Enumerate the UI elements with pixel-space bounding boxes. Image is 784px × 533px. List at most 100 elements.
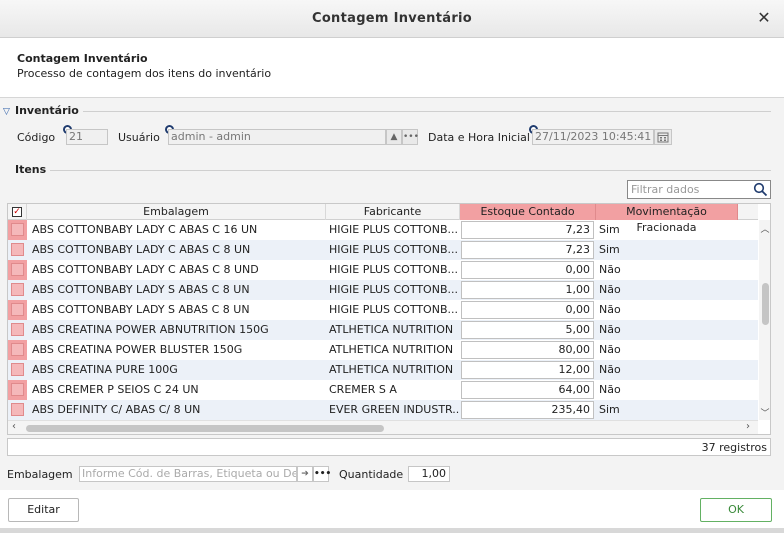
window-title: Contagem Inventário xyxy=(311,11,473,26)
more-dots-icon[interactable]: ••• xyxy=(313,466,331,482)
horizontal-scrollbar[interactable]: ‹ › xyxy=(8,420,758,434)
more-dots-icon[interactable]: ••• xyxy=(402,129,419,145)
column-header-movimentacao[interactable]: Movimentação Fracionada xyxy=(596,204,738,234)
scroll-down-icon[interactable]: ﹀ xyxy=(760,406,770,419)
cell-movimentacao: Não xyxy=(599,343,621,356)
cell-estoque-contado[interactable]: 235,40 xyxy=(461,401,594,419)
table-row[interactable]: ABS COTTONBABY LADY C ABAS C 8 UND HIGIE … xyxy=(8,260,758,280)
table-row[interactable]: ABS CREATINA PURE 100G ATLHETICA NUTRITIO… xyxy=(8,360,758,380)
codigo-label: Código xyxy=(17,131,56,144)
ok-button[interactable]: OK xyxy=(700,498,772,522)
cell-embalagem: ABS COTTONBABY LADY C ABAS C 8 UND xyxy=(32,263,259,276)
table-row[interactable]: ABS CREATINA POWER BLUSTER 150G ATLHETICA… xyxy=(8,340,758,360)
cell-fabricante: HIGIE PLUS COTTONB... xyxy=(329,223,458,236)
table-row[interactable]: ABS COTTONBABY LADY C ABAS C 8 UN HIGIE P… xyxy=(8,240,758,260)
status-bar: 37 registros xyxy=(7,438,771,456)
scroll-up-icon[interactable]: ︿ xyxy=(760,222,770,235)
column-header-estoque-contado[interactable]: Estoque Contado xyxy=(460,204,596,220)
select-all-checkbox[interactable]: ✓ xyxy=(12,207,22,217)
row-checkbox[interactable] xyxy=(11,303,24,316)
row-checkbox[interactable] xyxy=(11,343,24,356)
cell-fabricante: EVER GREEN INDUSTR... xyxy=(329,403,459,416)
column-header-fabricante[interactable]: Fabricante xyxy=(326,204,460,220)
vertical-scrollbar[interactable]: ︿ ﹀ xyxy=(759,220,770,420)
table-header: ✓ Embalagem Fabricante Estoque Contado M… xyxy=(8,204,758,234)
collapse-triangle-icon[interactable]: ▽ xyxy=(3,107,10,117)
cell-movimentacao: Não xyxy=(599,363,621,376)
table-row[interactable]: ABS COTTONBABY LADY S ABAS C 8 UN HIGIE P… xyxy=(8,280,758,300)
row-checkbox[interactable] xyxy=(11,243,24,256)
cell-embalagem: ABS CREMER P SEIOS C 24 UN xyxy=(32,383,199,396)
cell-estoque-contado[interactable]: 1,00 xyxy=(461,281,594,299)
section-divider xyxy=(75,111,771,112)
row-checkbox[interactable] xyxy=(11,263,24,276)
cell-movimentacao: Sim xyxy=(599,243,620,256)
row-checkbox[interactable] xyxy=(11,383,24,396)
search-icon[interactable] xyxy=(753,182,768,197)
cell-fabricante: CREMER S A xyxy=(329,383,397,396)
cell-estoque-contado[interactable]: 0,00 xyxy=(461,261,594,279)
data-hora-label: Data e Hora Inicial xyxy=(428,131,530,144)
table-row[interactable]: ABS COTTONBABY LADY C ABAS C 16 UN HIGIE … xyxy=(8,220,758,240)
quantidade-label: Quantidade xyxy=(339,468,404,481)
quantidade-input[interactable]: 1,00 xyxy=(408,466,450,482)
cell-movimentacao: Não xyxy=(599,283,621,296)
header-subtitle: Processo de contagem dos itens do invent… xyxy=(17,67,272,80)
cell-estoque-contado[interactable]: 5,00 xyxy=(461,321,594,339)
cell-fabricante: HIGIE PLUS COTTONB... xyxy=(329,283,458,296)
usuario-field[interactable]: admin - admin xyxy=(168,129,386,145)
data-hora-field[interactable]: 27/11/2023 10:45:41 xyxy=(532,129,654,145)
scroll-left-icon[interactable]: ‹ xyxy=(12,421,16,432)
cell-embalagem: ABS COTTONBABY LADY C ABAS C 8 UN xyxy=(32,243,251,256)
cell-fabricante: ATLHETICA NUTRITION xyxy=(329,363,454,376)
cell-fabricante: HIGIE PLUS COTTONB... xyxy=(329,263,458,276)
editar-button[interactable]: Editar xyxy=(8,498,79,522)
cell-embalagem: ABS COTTONBABY LADY C ABAS C 16 UN xyxy=(32,223,258,236)
cell-embalagem: ABS CREATINA POWER BLUSTER 150G xyxy=(32,343,243,356)
calendar-icon xyxy=(657,132,669,143)
cell-movimentacao: Não xyxy=(599,303,621,316)
usuario-label: Usuário xyxy=(118,131,160,144)
arrow-up-icon[interactable]: ▲ xyxy=(386,129,402,145)
row-checkbox[interactable] xyxy=(11,363,24,376)
cell-movimentacao: Não xyxy=(599,263,621,276)
row-checkbox[interactable] xyxy=(11,283,24,296)
filter-input[interactable]: Filtrar dados xyxy=(627,180,771,199)
cell-fabricante: ATLHETICA NUTRITION xyxy=(329,323,454,336)
row-checkbox[interactable] xyxy=(11,403,24,416)
cell-estoque-contado[interactable]: 12,00 xyxy=(461,361,594,379)
cell-estoque-contado[interactable]: 7,23 xyxy=(461,241,594,259)
column-header-embalagem[interactable]: Embalagem xyxy=(27,204,326,220)
section-divider xyxy=(48,170,771,171)
embalagem-input[interactable]: Informe Cód. de Barras, Etiqueta ou Desc… xyxy=(79,466,297,482)
filter-placeholder: Filtrar dados xyxy=(631,183,700,196)
section-itens-label: Itens xyxy=(15,163,51,176)
cell-embalagem: ABS COTTONBABY LADY S ABAS C 8 UN xyxy=(32,303,250,316)
row-checkbox[interactable] xyxy=(11,323,24,336)
cell-embalagem: ABS CREATINA POWER ABNUTRITION 150G xyxy=(32,323,269,336)
cell-embalagem: ABS DEFINITY C/ ABAS C/ 8 UN xyxy=(32,403,201,416)
cell-embalagem: ABS COTTONBABY LADY S ABAS C 8 UN xyxy=(32,283,250,296)
codigo-field[interactable]: 21 xyxy=(66,129,108,145)
cell-estoque-contado[interactable]: 7,23 xyxy=(461,221,594,239)
calendar-button[interactable] xyxy=(654,129,672,145)
scroll-right-icon[interactable]: › xyxy=(746,421,750,432)
cell-estoque-contado[interactable]: 64,00 xyxy=(461,381,594,399)
arrow-right-icon[interactable]: ➔ xyxy=(297,466,313,482)
row-checkbox[interactable] xyxy=(11,223,24,236)
cell-movimentacao: Sim xyxy=(599,403,620,416)
table-row[interactable]: ABS COTTONBABY LADY S ABAS C 8 UN HIGIE P… xyxy=(8,300,758,320)
scroll-thumb[interactable] xyxy=(762,283,769,325)
close-icon[interactable]: ✕ xyxy=(756,9,772,27)
table-row[interactable]: ABS CREATINA POWER ABNUTRITION 150G ATLHE… xyxy=(8,320,758,340)
cell-movimentacao: Não xyxy=(599,323,621,336)
scroll-thumb[interactable] xyxy=(26,425,384,432)
record-count: 37 registros xyxy=(701,441,767,454)
cell-estoque-contado[interactable]: 0,00 xyxy=(461,301,594,319)
header-title: Contagem Inventário xyxy=(17,52,148,65)
header-select-all[interactable]: ✓ xyxy=(8,204,27,220)
cell-estoque-contado[interactable]: 80,00 xyxy=(461,341,594,359)
table-row[interactable]: ABS CREMER P SEIOS C 24 UN CREMER S A 64,0… xyxy=(8,380,758,400)
title-bar: Contagem Inventário ✕ xyxy=(0,0,784,38)
table-row[interactable]: ABS DEFINITY C/ ABAS C/ 8 UN EVER GREEN I… xyxy=(8,400,758,420)
